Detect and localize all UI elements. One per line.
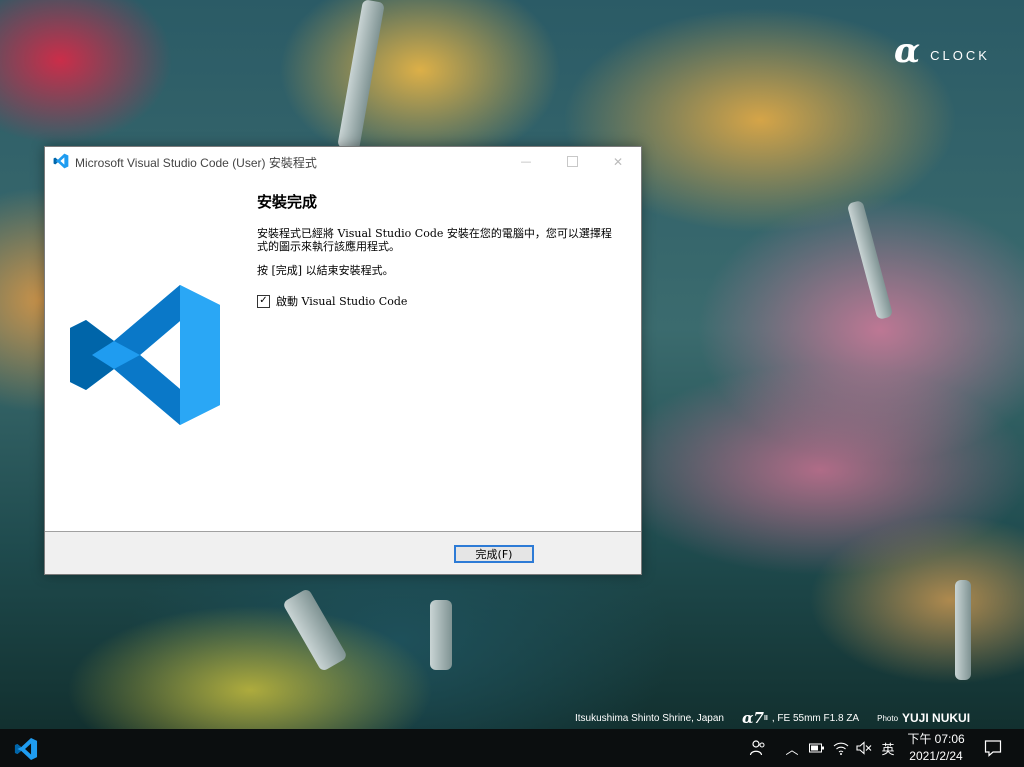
clock-date: 2021/2/24 [909, 749, 963, 763]
clock-time: 下午 07:06 [907, 732, 965, 746]
tree-trunk [282, 587, 348, 673]
launch-checkbox[interactable]: ✓ [257, 294, 270, 308]
finish-button[interactable]: 完成(F) [454, 545, 534, 563]
installer-window: Microsoft Visual Studio Code (User) 安裝程式… [44, 146, 642, 575]
window-titlebar[interactable]: Microsoft Visual Studio Code (User) 安裝程式… [45, 147, 641, 176]
window-title: Microsoft Visual Studio Code (User) 安裝程式 [75, 156, 317, 170]
close-icon: ✕ [612, 154, 624, 169]
lens-info: , FE 55mm F1.8 ZA [771, 712, 860, 724]
alpha-symbol: α [894, 31, 921, 71]
taskbar-vscode-button[interactable] [6, 731, 46, 767]
photo-author: YUJI NUKUI [902, 711, 971, 725]
launch-checkbox-label[interactable]: 啟動 Visual Studio Code [276, 293, 407, 309]
volume-muted-icon [856, 741, 872, 755]
camera-suffix: II [763, 714, 768, 722]
vscode-icon [14, 737, 38, 761]
notification-icon [984, 740, 1002, 757]
wifi-icon [833, 742, 849, 755]
battery-icon [809, 743, 824, 753]
close-button[interactable]: ✕ [595, 147, 641, 176]
action-center-button[interactable] [978, 729, 1008, 767]
install-complete-content: 安裝完成 安裝程式已經將 Visual Studio Code 安裝在您的電腦中… [257, 191, 627, 309]
photo-label: Photo [877, 713, 899, 723]
checkmark-icon: ✓ [259, 295, 268, 306]
minimize-button[interactable]: — [503, 147, 549, 176]
maximize-button[interactable] [549, 147, 595, 176]
alpha-clock-logo: α CLOCK [894, 34, 990, 68]
launch-option[interactable]: ✓ 啟動 Visual Studio Code [257, 293, 627, 309]
camera-model: α7 [741, 709, 764, 727]
people-button[interactable] [746, 729, 770, 767]
taskbar: ︿ 英 下午 07:06 2021/2/24 [0, 729, 1024, 767]
clock-brand-text: CLOCK [930, 47, 990, 63]
show-hidden-icons-button[interactable]: ︿ [782, 729, 802, 767]
tree-trunk [337, 0, 385, 151]
page-heading: 安裝完成 [257, 193, 318, 211]
input-method-indicator[interactable]: 英 [878, 729, 898, 767]
battery-status[interactable] [806, 729, 828, 767]
ime-label: 英 [881, 742, 895, 758]
tree-trunk [430, 600, 452, 670]
tree-trunk [955, 580, 971, 680]
network-status[interactable] [830, 729, 852, 767]
taskbar-clock[interactable]: 下午 07:06 2021/2/24 [900, 731, 972, 765]
tree-trunk [846, 199, 894, 321]
maximize-icon [566, 156, 578, 167]
people-icon [749, 740, 765, 756]
volume-control[interactable] [853, 729, 875, 767]
photo-credit: Itsukushima Shinto Shrine, Japan α7 II ,… [575, 709, 970, 727]
completion-message: 安裝程式已經將 Visual Studio Code 安裝在您的電腦中，您可以選… [257, 227, 612, 253]
finish-instruction: 按 [完成] 以結束安裝程式。 [257, 264, 394, 277]
vscode-logo-icon [70, 285, 220, 425]
vscode-icon [53, 153, 69, 169]
photo-location: Itsukushima Shinto Shrine, Japan [575, 712, 724, 724]
chevron-up-icon: ︿ [785, 742, 799, 758]
minimize-icon: — [520, 155, 532, 168]
window-footer: 完成(F) [45, 532, 641, 574]
